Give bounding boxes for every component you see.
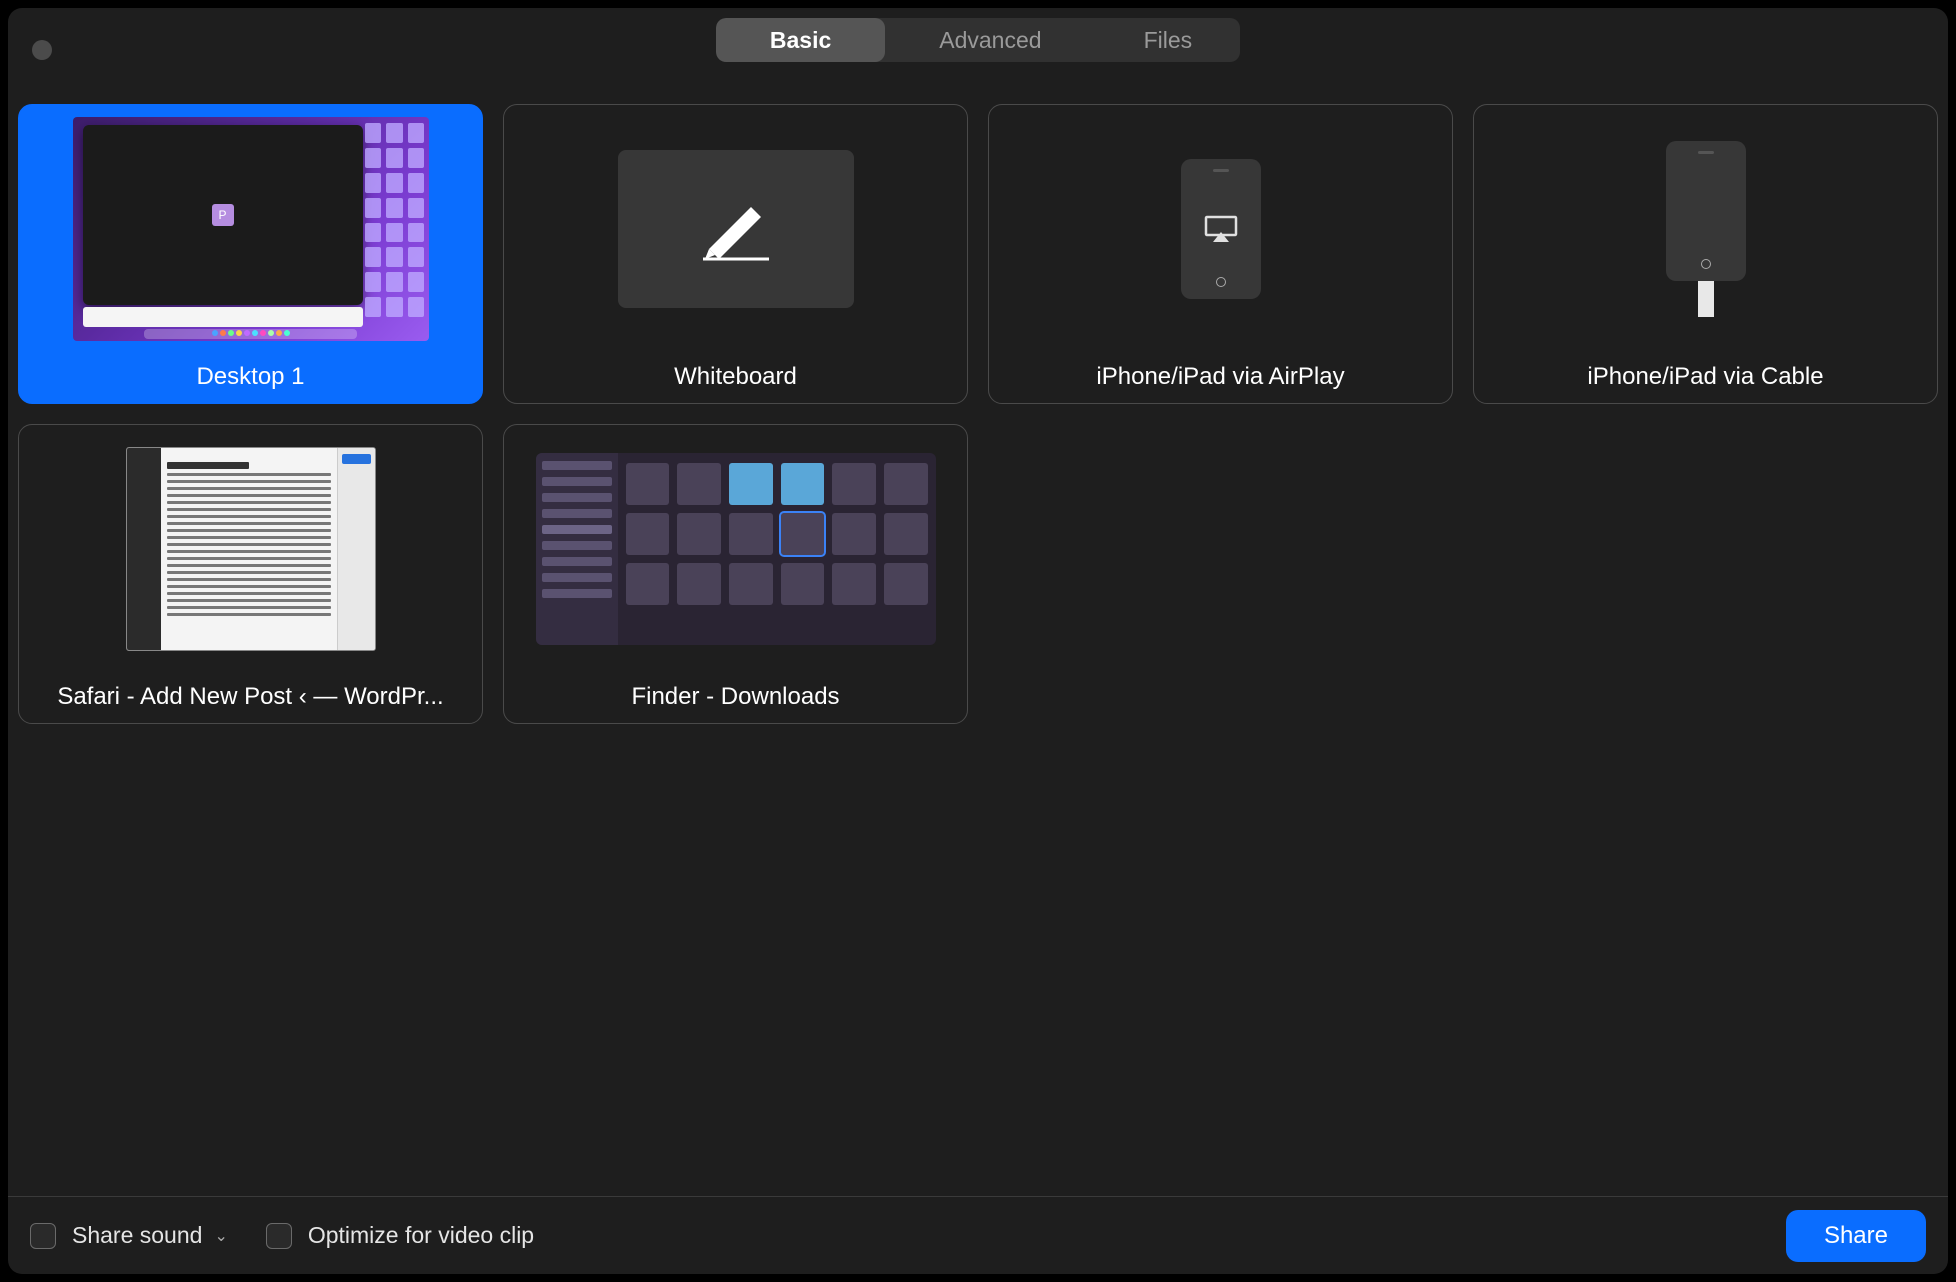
option-safari-window[interactable]: Safari - Add New Post ‹ — WordPr... — [18, 424, 483, 724]
option-label: Finder - Downloads — [621, 683, 849, 711]
finder-thumbnail — [504, 425, 967, 673]
option-label: Desktop 1 — [186, 363, 314, 391]
option-cable[interactable]: iPhone/iPad via Cable — [1473, 104, 1938, 404]
window-close-dot[interactable] — [32, 40, 52, 60]
safari-thumbnail — [19, 425, 482, 673]
airplay-icon — [1203, 214, 1239, 244]
tab-files[interactable]: Files — [1096, 18, 1241, 62]
option-label: iPhone/iPad via Cable — [1577, 363, 1833, 391]
option-desktop-1[interactable]: P — [18, 104, 483, 404]
pen-icon — [697, 197, 775, 261]
option-finder-window[interactable]: Finder - Downloads — [503, 424, 968, 724]
checkbox-box — [266, 1223, 292, 1249]
airplay-thumbnail — [989, 105, 1452, 353]
share-sound-checkbox[interactable]: Share sound ⌄ — [30, 1222, 228, 1249]
cable-icon — [1698, 277, 1714, 317]
option-label: iPhone/iPad via AirPlay — [1086, 363, 1354, 391]
share-screen-dialog: Basic Advanced Files P — [8, 8, 1948, 1274]
tab-advanced[interactable]: Advanced — [885, 18, 1095, 62]
titlebar: Basic Advanced Files — [8, 8, 1948, 72]
desktop-1-thumbnail: P — [19, 105, 482, 353]
tab-basic[interactable]: Basic — [716, 18, 885, 62]
whiteboard-thumbnail — [504, 105, 967, 353]
share-options-grid: P — [8, 72, 1948, 1196]
optimize-video-checkbox[interactable]: Optimize for video clip — [266, 1222, 534, 1249]
chevron-down-icon[interactable]: ⌄ — [214, 1226, 227, 1246]
option-label: Whiteboard — [664, 363, 807, 391]
share-sound-label: Share sound — [72, 1222, 202, 1249]
optimize-label: Optimize for video clip — [308, 1222, 534, 1249]
option-label: Safari - Add New Post ‹ — WordPr... — [47, 683, 453, 711]
share-button[interactable]: Share — [1786, 1210, 1926, 1262]
dialog-footer: Share sound ⌄ Optimize for video clip Sh… — [8, 1196, 1948, 1274]
checkbox-box — [30, 1223, 56, 1249]
option-whiteboard[interactable]: Whiteboard — [503, 104, 968, 404]
cable-thumbnail — [1474, 105, 1937, 353]
mode-segmented-control: Basic Advanced Files — [716, 18, 1240, 62]
option-airplay[interactable]: iPhone/iPad via AirPlay — [988, 104, 1453, 404]
